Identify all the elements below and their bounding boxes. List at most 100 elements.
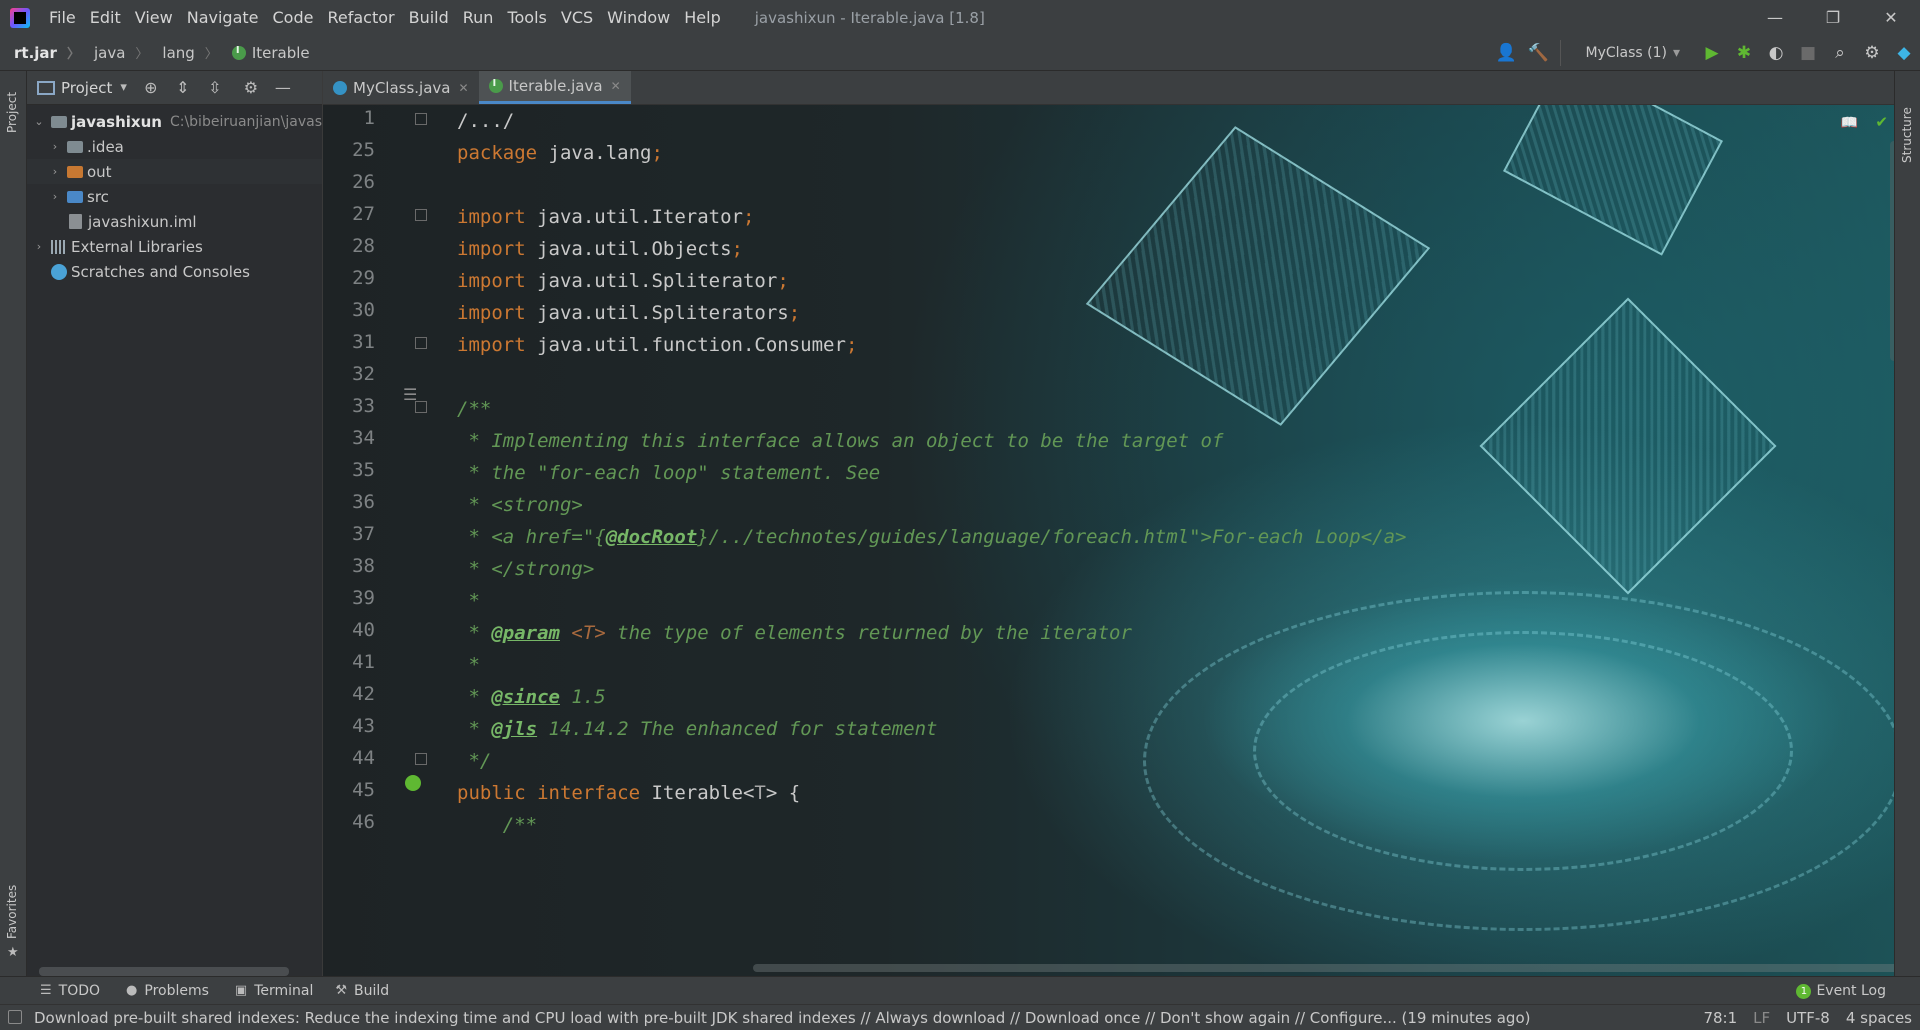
semicolon: ; xyxy=(742,206,755,228)
window-title: javashixun - Iterable.java [1.8] xyxy=(754,8,985,27)
menu-view[interactable]: View xyxy=(128,0,180,35)
code-line: * </strong> xyxy=(457,553,594,585)
favorites-tool-button[interactable]: Favorites xyxy=(5,885,19,939)
line-number: 38 xyxy=(352,555,375,577)
tree-item-iml[interactable]: javashixun.iml xyxy=(27,209,322,234)
menu-tools[interactable]: Tools xyxy=(500,0,553,35)
gear-icon[interactable]: ⚙ xyxy=(235,78,267,97)
code-line: * @jls 14.14.2 The enhanced for statemen… xyxy=(457,713,937,745)
run-configuration-select[interactable]: MyClass (1) ▾ xyxy=(1560,40,1690,66)
chevron-right-icon[interactable]: › xyxy=(47,190,63,203)
menu-refactor[interactable]: Refactor xyxy=(320,0,401,35)
menu-navigate[interactable]: Navigate xyxy=(180,0,266,35)
menu-file[interactable]: File xyxy=(42,0,83,35)
chevron-right-icon[interactable]: › xyxy=(31,240,47,253)
caret-position[interactable]: 78:1 xyxy=(1703,1009,1737,1027)
tree-item-idea[interactable]: › .idea xyxy=(27,134,322,159)
breadcrumb-rt-jar[interactable]: rt.jar 〉 xyxy=(0,43,80,63)
indent-setting[interactable]: 4 spaces xyxy=(1846,1009,1912,1027)
file-encoding[interactable]: UTF-8 xyxy=(1786,1009,1830,1027)
implemented-marker-icon[interactable] xyxy=(405,775,421,791)
code-line: * the "for-each loop" statement. See xyxy=(457,457,880,489)
build-hammer-icon[interactable]: 🔨 xyxy=(1522,35,1554,71)
keyword: public xyxy=(457,782,526,804)
hide-panel-icon[interactable]: — xyxy=(267,78,299,97)
tree-item-external-libraries[interactable]: › External Libraries xyxy=(27,234,322,259)
chevron-down-icon[interactable]: ⌄ xyxy=(31,115,47,128)
todo-tool-button[interactable]: ☰ TODO xyxy=(40,983,100,999)
structure-tool-button[interactable]: Structure xyxy=(1900,107,1914,163)
tab-iterable[interactable]: Iterable.java ✕ xyxy=(478,71,631,104)
locate-icon[interactable]: ⊕ xyxy=(135,78,167,97)
tree-item-out[interactable]: › out xyxy=(27,159,322,184)
status-message[interactable]: Download pre-built shared indexes: Reduc… xyxy=(34,1009,1530,1027)
project-tool-button[interactable]: Project xyxy=(5,92,19,133)
search-icon[interactable]: ⌕ xyxy=(1824,35,1856,71)
collapse-all-icon[interactable]: ⇳ xyxy=(199,78,231,97)
fold-marker-icon[interactable] xyxy=(415,113,427,125)
breadcrumb-lang[interactable]: lang 〉 xyxy=(148,43,217,63)
menu-vcs[interactable]: VCS xyxy=(554,0,600,35)
chevron-right-icon[interactable]: › xyxy=(47,140,63,153)
menu-edit[interactable]: Edit xyxy=(83,0,128,35)
user-icon[interactable]: 👤 xyxy=(1490,35,1522,71)
problems-tool-button[interactable]: ● Problems xyxy=(126,983,209,999)
fold-marker-icon[interactable] xyxy=(415,401,427,413)
close-icon[interactable]: ✕ xyxy=(458,81,468,95)
chevron-right-icon[interactable]: › xyxy=(47,165,63,178)
doc-comment: * </strong> xyxy=(457,558,595,580)
breadcrumb-java[interactable]: java 〉 xyxy=(80,43,148,63)
horizontal-scrollbar[interactable] xyxy=(753,964,1920,972)
line-number: 26 xyxy=(352,171,375,193)
toggle-tool-windows-icon[interactable] xyxy=(8,1010,22,1024)
tree-item-javashixun[interactable]: ⌄ javashixun C:\bibeiruanjian\javas xyxy=(27,109,322,134)
navigation-bar: rt.jar 〉 java 〉 lang 〉 Iterable 👤 🔨 MyClass… xyxy=(0,35,1920,71)
line-number: 40 xyxy=(352,619,375,641)
menu-help[interactable]: Help xyxy=(677,0,727,35)
gear-icon[interactable]: ⚙ xyxy=(1856,35,1888,71)
close-button[interactable]: ✕ xyxy=(1862,0,1920,35)
debug-icon[interactable]: ✱ xyxy=(1728,35,1760,71)
line-number: 37 xyxy=(352,523,375,545)
fold-marker-icon[interactable] xyxy=(415,337,427,349)
stop-icon[interactable]: ■ xyxy=(1792,35,1824,71)
restore-button[interactable]: ❐ xyxy=(1804,0,1862,35)
tab-myclass[interactable]: MyClass.java ✕ xyxy=(323,71,479,104)
menu-build[interactable]: Build xyxy=(402,0,456,35)
chevron-right-icon: 〉 xyxy=(66,47,80,62)
tool-label: Event Log xyxy=(1816,983,1886,999)
close-icon[interactable]: ✕ xyxy=(611,79,621,93)
menu-window[interactable]: Window xyxy=(600,0,677,35)
coverage-icon[interactable]: ◐ xyxy=(1760,35,1792,71)
fold-marker-icon[interactable] xyxy=(415,753,427,765)
scratches-icon xyxy=(51,263,67,280)
chevron-down-icon[interactable]: ▾ xyxy=(120,80,127,95)
horizontal-scrollbar[interactable] xyxy=(39,967,289,976)
jetbrains-toolbox-icon[interactable]: ◆ xyxy=(1888,35,1920,71)
inspection-ok-icon[interactable]: ✔ xyxy=(1875,113,1888,131)
intellij-logo-icon xyxy=(10,7,30,28)
folded-header[interactable]: /.../ xyxy=(457,110,514,132)
run-icon[interactable]: ▶ xyxy=(1696,35,1728,71)
code-editor[interactable]: /.../ package java.lang; import java.uti… xyxy=(457,105,1877,976)
line-separator[interactable]: LF xyxy=(1753,1009,1770,1027)
expand-all-icon[interactable]: ⇕ xyxy=(167,78,199,97)
breadcrumb-iterable[interactable]: Iterable xyxy=(218,44,310,62)
doc-comment: 14.14.2 The enhanced for statement xyxy=(537,718,938,740)
semicolon: ; xyxy=(651,142,663,164)
folder-icon xyxy=(67,140,83,153)
build-tool-button[interactable]: ⚒ Build xyxy=(335,983,389,999)
minimize-button[interactable]: — xyxy=(1746,0,1804,35)
project-view-select[interactable]: Project xyxy=(61,79,112,97)
event-log-button[interactable]: 1 Event Log xyxy=(1796,977,1886,1005)
menu-run[interactable]: Run xyxy=(456,0,501,35)
fold-marker-icon[interactable] xyxy=(415,209,427,221)
code-line: public interface Iterable<T> { xyxy=(457,777,800,809)
tree-item-src[interactable]: › src xyxy=(27,184,322,209)
excluded-folder-icon xyxy=(67,165,83,178)
doc-comment: * <strong> xyxy=(457,494,583,516)
code-line: */ xyxy=(457,745,491,777)
menu-code[interactable]: Code xyxy=(266,0,321,35)
tree-item-scratches[interactable]: Scratches and Consoles xyxy=(27,259,322,284)
terminal-tool-button[interactable]: ▣ Terminal xyxy=(235,983,313,999)
